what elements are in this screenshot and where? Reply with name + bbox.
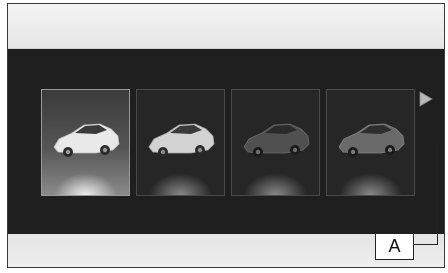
color-selection-area [8, 49, 444, 234]
car-image [243, 123, 310, 157]
car-image [148, 123, 215, 157]
car-image [53, 123, 120, 157]
display-screen [7, 3, 445, 268]
callout-label: A [375, 233, 414, 260]
color-option-4[interactable] [326, 89, 415, 196]
floor-light [339, 173, 402, 195]
color-option-2[interactable] [136, 89, 225, 196]
callout-leader-line [414, 244, 438, 245]
car-image [338, 123, 405, 157]
color-option-1[interactable] [41, 89, 130, 196]
floor-light [244, 173, 307, 195]
callout-leader-line [437, 140, 438, 244]
header-bar [8, 4, 444, 49]
floor-light [149, 173, 212, 195]
chevron-right-icon[interactable] [418, 90, 434, 108]
color-thumbnail-list [41, 89, 417, 197]
color-option-3[interactable] [231, 89, 320, 196]
floor-light [54, 173, 117, 195]
